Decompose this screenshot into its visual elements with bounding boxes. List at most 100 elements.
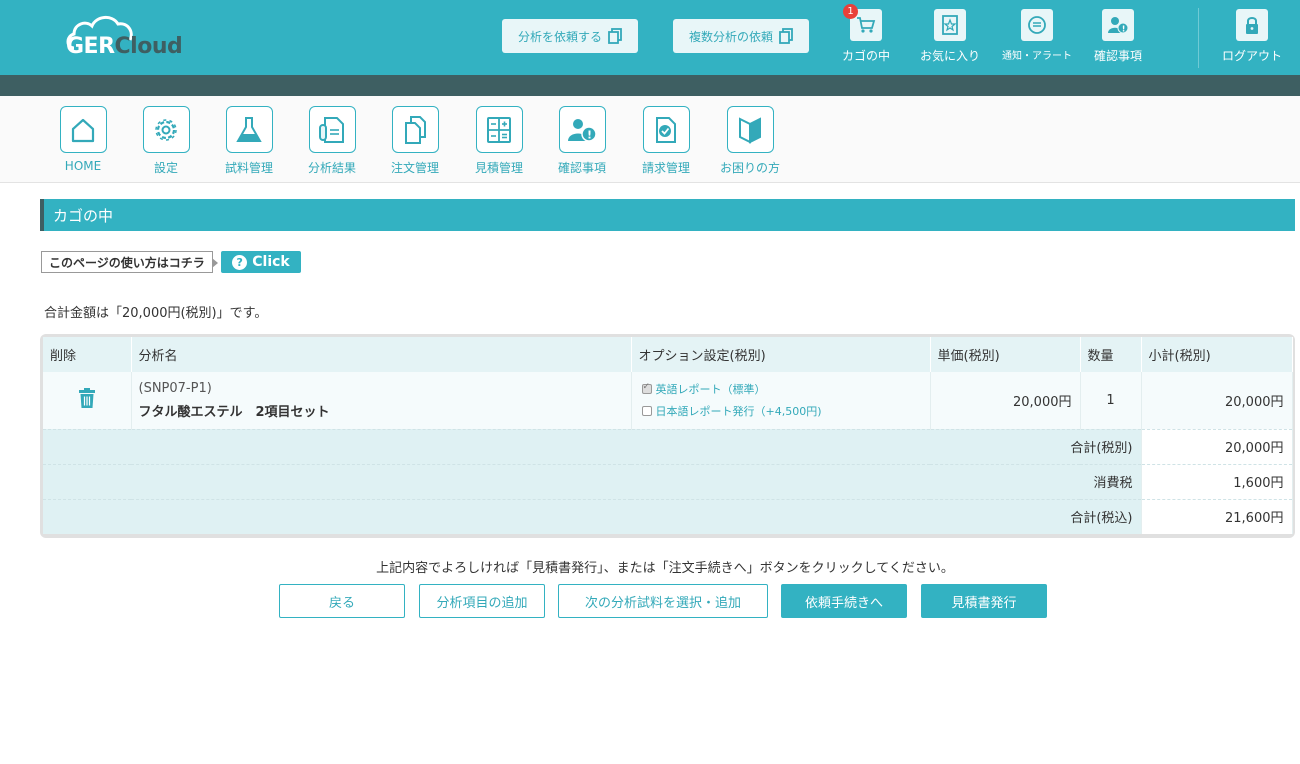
- gear-icon: [155, 118, 177, 141]
- top-header: GERCloud 分析を依頼する 複数分析の依頼 1 カゴの中 お気に入り 通知…: [0, 0, 1300, 75]
- cart-count-badge: 1: [843, 4, 858, 19]
- documents-icon: [405, 115, 426, 144]
- option-label: 日本語レポート発行（+4,500円): [655, 405, 822, 419]
- summary-value: 21,600円: [1141, 498, 1293, 534]
- cart-table: 削除 分析名 オプション設定(税別) 単価(税別) 数量 小計(税別) (SNP…: [43, 337, 1293, 534]
- logo-text: GERCloud: [66, 34, 183, 59]
- question-icon: ?: [232, 254, 248, 270]
- menu-item-label: 確認事項: [557, 161, 606, 175]
- menu-item-label: 分析結果: [307, 161, 356, 175]
- menu-item-label: HOME: [64, 159, 102, 173]
- svg-text:!: !: [1122, 25, 1126, 34]
- request-analysis-label: 分析を依頼する: [517, 29, 602, 44]
- menu-icon-box: [391, 106, 439, 153]
- header-analysis-name: 分析名: [131, 337, 632, 372]
- logo[interactable]: GERCloud: [66, 12, 196, 64]
- summary-row: 消費税 1,600円: [43, 463, 1293, 499]
- instruction-text: 上記内容でよろしければ「見積書発行」、または「注文手続きへ」ボタンをクリックして…: [376, 561, 954, 576]
- nav-favorites-label: お気に入り: [920, 49, 981, 63]
- japanese-report-checkbox[interactable]: [641, 406, 652, 417]
- confirm-icon: !: [1108, 17, 1129, 34]
- menu-item-label: 注文管理: [390, 161, 439, 175]
- header-delete: 削除: [43, 337, 132, 372]
- calculator-icon: [487, 116, 511, 143]
- header-subtotal: 小計(税別): [1141, 337, 1293, 372]
- menu-icon-box: [475, 106, 523, 153]
- analysis-code: (SNP07-P1): [138, 380, 212, 396]
- request-multiple-label: 複数分析の依頼: [688, 29, 773, 44]
- menu-item-settings[interactable]: 設定: [136, 106, 196, 176]
- add-analysis-item-button[interactable]: 分析項目の追加: [419, 584, 545, 618]
- help-text: このページの使い方はコチラ: [41, 251, 218, 273]
- favorite-icon-box: [934, 9, 966, 41]
- confirm-icon-box: !: [1102, 9, 1134, 41]
- lock-icon-box: [1236, 9, 1268, 41]
- copy-document-icon: [779, 28, 793, 44]
- issue-estimate-button[interactable]: 見積書発行: [921, 584, 1047, 618]
- nav-cart[interactable]: 1 カゴの中: [842, 4, 891, 64]
- menu-item-label: 見積管理: [474, 161, 523, 175]
- header-quantity: 数量: [1080, 337, 1142, 372]
- nav-logout[interactable]: ログアウト: [1222, 9, 1282, 64]
- test-tube-document-icon: [319, 116, 344, 143]
- nav-notifications-label: 通知・アラート: [1002, 51, 1072, 62]
- main-menu: HOME 設定 試料管理 分析結果 注文管理 見積管理 ! 確認事項 請求管理 …: [0, 96, 1300, 183]
- back-button[interactable]: 戻る: [279, 584, 405, 618]
- header-unit-price: 単価(税別): [930, 337, 1081, 372]
- menu-item-help[interactable]: お困りの方: [720, 106, 780, 176]
- beginner-mark-icon: [739, 116, 761, 144]
- summary-row: 合計(税別) 20,000円: [43, 428, 1293, 464]
- logo-text-cloud: Cloud: [114, 34, 183, 59]
- delete-cell: [43, 372, 132, 429]
- menu-item-confirm[interactable]: ! 確認事項: [552, 106, 612, 176]
- header-divider: [1198, 8, 1199, 68]
- request-multiple-button[interactable]: 複数分析の依頼: [673, 19, 809, 53]
- table-header-row: 削除 分析名 オプション設定(税別) 単価(税別) 数量 小計(税別): [43, 337, 1293, 372]
- proceed-request-button[interactable]: 依頼手続きへ: [781, 584, 907, 618]
- menu-item-results[interactable]: 分析結果: [302, 106, 362, 176]
- english-report-checkbox[interactable]: [641, 382, 652, 395]
- analysis-name: フタル酸エステル 2項目セット: [138, 404, 330, 420]
- menu-icon-box: [225, 106, 273, 153]
- cart-table-wrapper: 削除 分析名 オプション設定(税別) 単価(税別) 数量 小計(税別) (SNP…: [40, 334, 1295, 538]
- select-next-sample-button[interactable]: 次の分析試料を選択・追加: [558, 584, 768, 618]
- summary-label: 合計(税込): [43, 498, 1142, 534]
- menu-item-label: お困りの方: [720, 161, 781, 175]
- trash-icon[interactable]: [78, 388, 96, 409]
- menu-icon-box: !: [558, 106, 606, 153]
- nav-notifications[interactable]: 通知・アラート: [1002, 9, 1072, 62]
- nav-cart-label: カゴの中: [842, 49, 891, 63]
- lock-icon: [1246, 17, 1258, 34]
- menu-item-estimates[interactable]: 見積管理: [469, 106, 529, 176]
- subtotal-cell: 20,000円: [1141, 372, 1293, 429]
- menu-item-label: 試料管理: [224, 161, 273, 175]
- home-icon: [71, 118, 95, 142]
- notification-icon: [1028, 16, 1046, 34]
- summary-value: 1,600円: [1141, 463, 1293, 499]
- nav-logout-label: ログアウト: [1222, 49, 1283, 63]
- menu-item-orders[interactable]: 注文管理: [385, 106, 445, 176]
- menu-item-billing[interactable]: 請求管理: [636, 106, 696, 176]
- menu-item-label: 設定: [153, 161, 178, 175]
- favorite-icon: [942, 15, 958, 35]
- menu-icon-box: [642, 106, 690, 153]
- request-analysis-button[interactable]: 分析を依頼する: [502, 19, 638, 53]
- summary-row: 合計(税込) 21,600円: [43, 498, 1293, 534]
- menu-item-samples[interactable]: 試料管理: [219, 106, 279, 176]
- summary-value: 20,000円: [1141, 428, 1293, 464]
- svg-text:!: !: [587, 128, 592, 141]
- option-japanese-report[interactable]: 日本語レポート発行（+4,500円): [632, 403, 930, 419]
- menu-item-home[interactable]: HOME: [53, 106, 113, 173]
- nav-confirm[interactable]: ! 確認事項: [1094, 9, 1142, 64]
- options-cell: 英語レポート（標準） 日本語レポート発行（+4,500円): [631, 372, 931, 429]
- menu-icon-box: [142, 106, 190, 153]
- help-click-button[interactable]: ? Click: [221, 251, 301, 273]
- nav-favorites[interactable]: お気に入り: [920, 9, 980, 64]
- menu-icon-box: [308, 106, 356, 153]
- copy-document-icon: [608, 28, 622, 44]
- menu-icon-box: [59, 106, 107, 153]
- option-english-report[interactable]: 英語レポート（標準）: [632, 381, 930, 397]
- cart-icon: [857, 17, 876, 33]
- table-row: (SNP07-P1) フタル酸エステル 2項目セット 英語レポート（標準） 日本…: [43, 372, 1293, 429]
- unit-price-cell: 20,000円: [930, 372, 1081, 429]
